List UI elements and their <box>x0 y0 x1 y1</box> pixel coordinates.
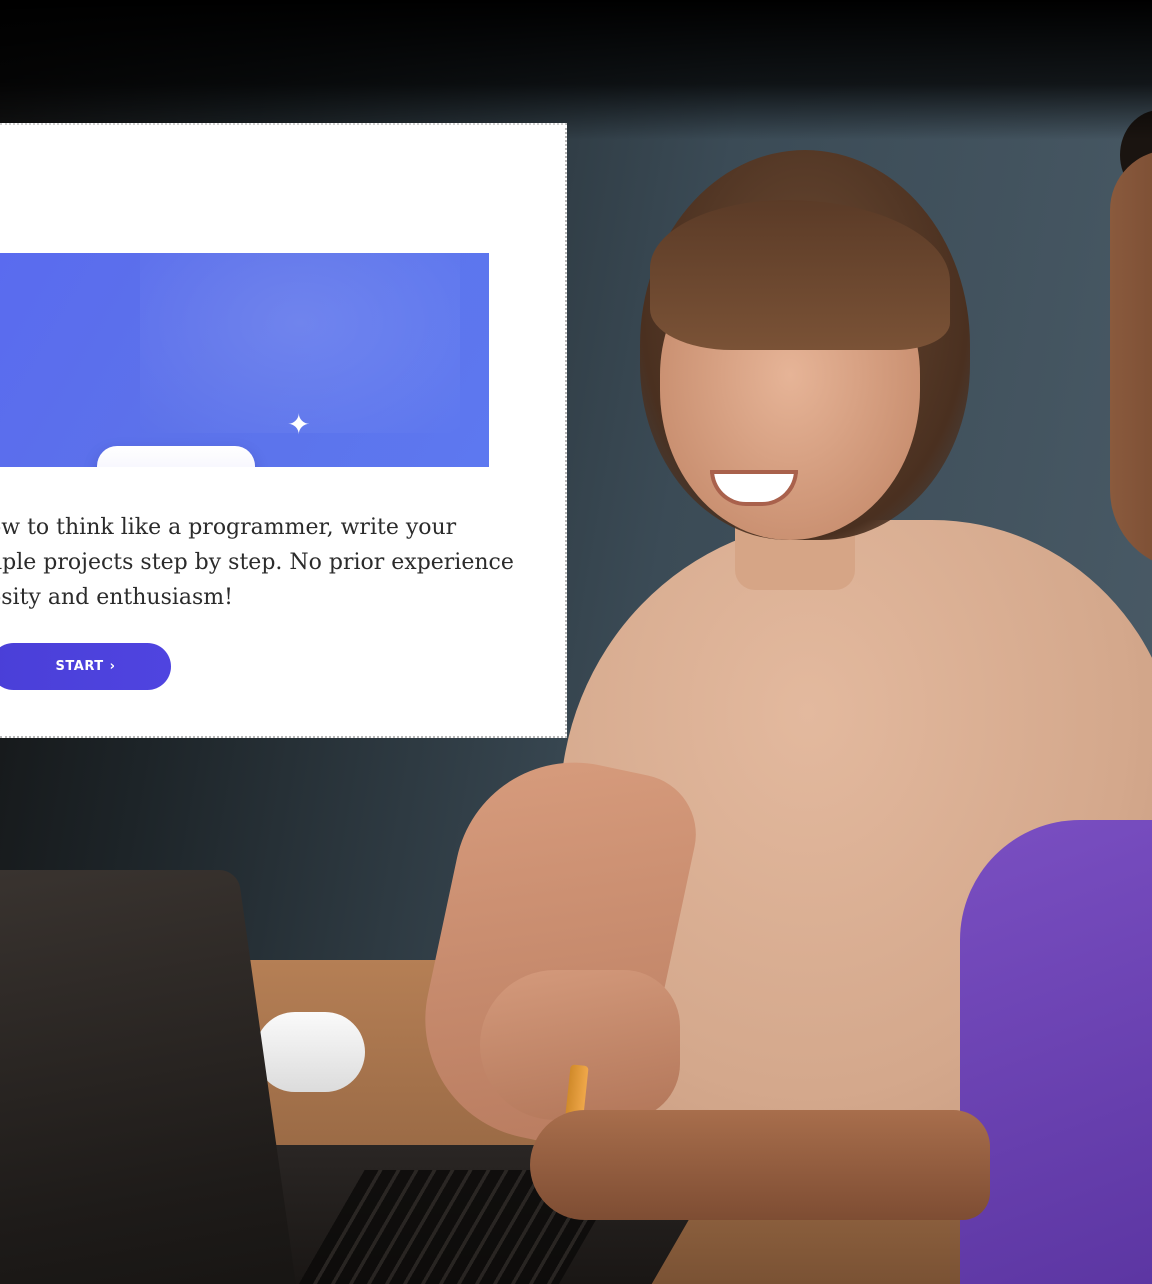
start-button-label: START <box>55 659 104 674</box>
paper-roll <box>255 1012 365 1092</box>
man-shirt <box>960 820 1152 1284</box>
code-brackets-icon <box>97 446 255 467</box>
sparkle-icon: ✦ <box>287 408 311 441</box>
course-description: ow to think like a programmer, write you… <box>0 510 528 615</box>
man-hand <box>530 1110 990 1220</box>
top-shadow <box>0 0 1152 140</box>
background-photo: ✦ ow to think like a programmer, write y… <box>0 0 1152 1284</box>
banner-glow <box>140 253 460 433</box>
course-banner: ✦ <box>0 253 489 467</box>
chevron-right-icon: › <box>109 659 116 674</box>
man-face <box>1110 150 1152 570</box>
description-line-3: osity and enthusiasm! <box>0 585 233 610</box>
start-button[interactable]: START › <box>0 643 171 690</box>
description-line-2: nple projects step by step. No prior exp… <box>0 550 514 575</box>
laptop-lid <box>0 870 303 1284</box>
course-intro-dialog: ✦ ow to think like a programmer, write y… <box>0 123 567 738</box>
description-line-1: ow to think like a programmer, write you… <box>0 515 457 540</box>
